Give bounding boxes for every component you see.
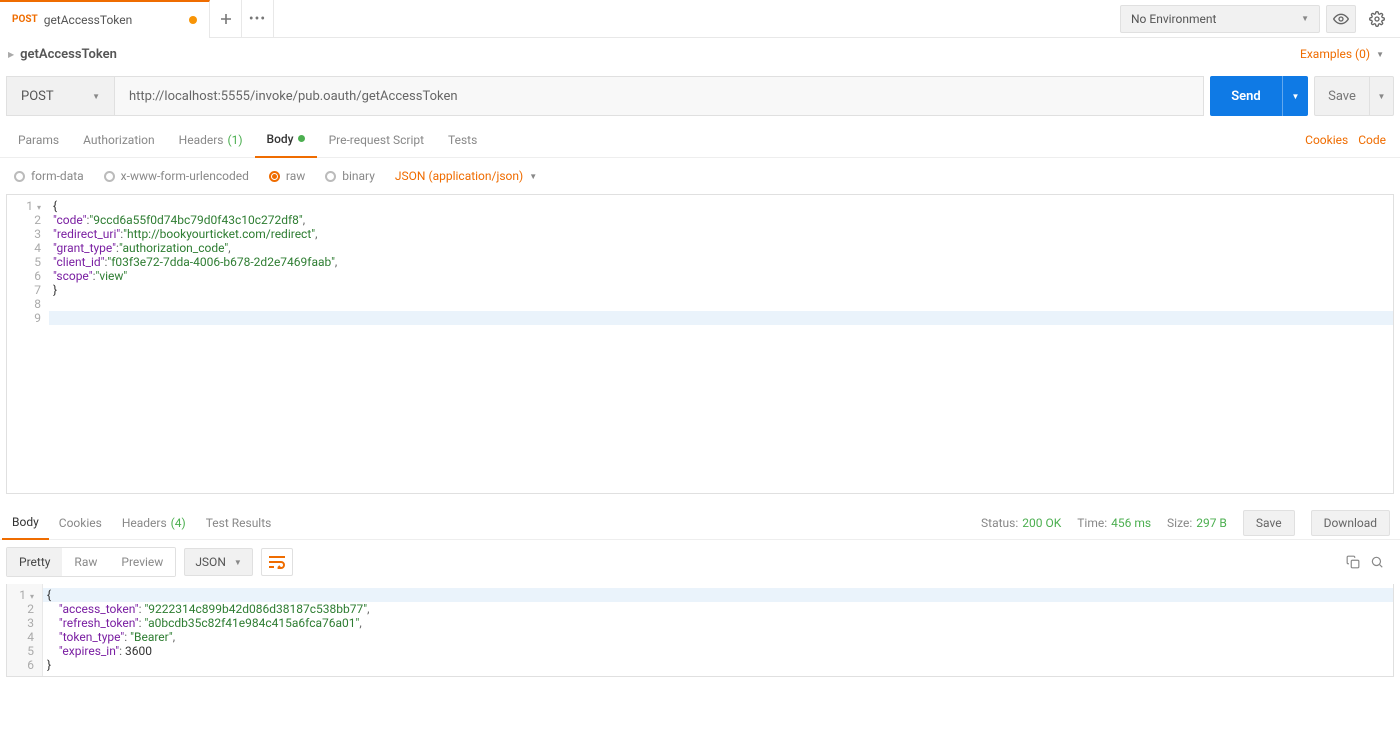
wrap-icon [268, 555, 286, 569]
request-section-tabs: Params Authorization Headers(1) Body Pre… [0, 122, 1400, 158]
examples-dropdown[interactable]: Examples (0) ▼ [1300, 47, 1392, 61]
response-lang-select[interactable]: JSON ▼ [184, 548, 252, 576]
save-button[interactable]: Save [1314, 76, 1370, 116]
top-bar: POST getAccessToken ••• No Environment ▼ [0, 0, 1400, 38]
content-type-select[interactable]: JSON (application/json) ▼ [395, 169, 537, 183]
send-label: Send [1231, 89, 1261, 104]
env-controls: No Environment ▼ [1120, 5, 1400, 33]
response-tabs: Body Cookies Headers(4) Test Results Sta… [0, 506, 1400, 540]
tab-overflow-button[interactable]: ••• [242, 0, 274, 38]
radio-urlencoded[interactable]: x-www-form-urlencoded [104, 169, 249, 183]
tab-dirty-dot-icon [189, 16, 197, 24]
caret-down-icon: ▼ [529, 172, 537, 181]
url-input[interactable] [114, 76, 1204, 116]
caret-down-icon: ▼ [1301, 14, 1309, 23]
caret-down-icon: ▼ [1376, 50, 1384, 59]
save-label: Save [1328, 89, 1356, 104]
response-body-editor[interactable]: 1 ▾23456 { "access_token": "9222314c899b… [6, 584, 1394, 677]
tab-headers[interactable]: Headers(1) [167, 122, 255, 158]
cookies-link[interactable]: Cookies [1305, 133, 1348, 147]
editor-gutter: 1 ▾23456 [7, 584, 43, 676]
request-name: getAccessToken [20, 47, 117, 62]
plus-icon [220, 13, 232, 25]
body-dirty-dot-icon [298, 135, 305, 142]
resp-tab-cookies[interactable]: Cookies [49, 506, 112, 540]
caret-down-icon: ▼ [1378, 92, 1386, 101]
tab-params[interactable]: Params [6, 122, 71, 158]
http-method-select[interactable]: POST ▼ [6, 76, 114, 116]
environment-label: No Environment [1131, 12, 1216, 26]
editor-lines[interactable]: { "access_token": "9222314c899b42d086d38… [43, 584, 1393, 676]
caret-down-icon: ▼ [92, 92, 100, 101]
settings-button[interactable] [1362, 5, 1392, 33]
breadcrumb-row: ▶ getAccessToken Examples (0) ▼ [0, 38, 1400, 70]
editor-gutter: 1 ▾23456789 [7, 195, 49, 329]
http-method-label: POST [21, 89, 54, 104]
tab-authorization[interactable]: Authorization [71, 122, 167, 158]
gear-icon [1369, 11, 1385, 27]
save-dropdown-button[interactable]: ▼ [1370, 76, 1394, 116]
response-status-bar: Status:200 OK Time:456 ms Size:297 B Sav… [981, 510, 1398, 536]
wrap-lines-button[interactable] [261, 548, 293, 576]
response-viewmode-row: Pretty Raw Preview JSON ▼ [0, 540, 1400, 584]
radio-raw[interactable]: raw [269, 169, 305, 183]
radio-binary[interactable]: binary [325, 169, 375, 183]
request-body-editor[interactable]: 1 ▾23456789 {"code":"9ccd6a55f0d74bc79d0… [6, 194, 1394, 494]
examples-label: Examples (0) [1300, 47, 1370, 61]
radio-form-data[interactable]: form-data [14, 169, 84, 183]
environment-select[interactable]: No Environment ▼ [1120, 5, 1320, 33]
env-quicklook-button[interactable] [1326, 5, 1356, 33]
tab-prerequest[interactable]: Pre-request Script [317, 122, 436, 158]
save-response-button[interactable]: Save [1243, 510, 1295, 536]
viewmode-preview[interactable]: Preview [109, 548, 175, 576]
tab-get-access-token[interactable]: POST getAccessToken [0, 0, 210, 38]
send-button[interactable]: Send [1210, 76, 1282, 116]
viewmode-group: Pretty Raw Preview [6, 547, 176, 577]
caret-down-icon: ▼ [234, 558, 242, 567]
viewmode-raw[interactable]: Raw [62, 548, 109, 576]
copy-icon [1346, 555, 1360, 569]
download-response-button[interactable]: Download [1311, 510, 1390, 536]
caret-down-icon: ▼ [1292, 92, 1300, 101]
tab-title: getAccessToken [44, 13, 133, 27]
send-dropdown-button[interactable]: ▼ [1282, 76, 1308, 116]
resp-tab-headers[interactable]: Headers(4) [112, 506, 196, 540]
tab-method-label: POST [12, 14, 38, 25]
resp-tab-body[interactable]: Body [2, 506, 49, 540]
copy-response-button[interactable] [1346, 555, 1360, 569]
search-icon [1370, 555, 1384, 569]
editor-lines[interactable]: {"code":"9ccd6a55f0d74bc79d0f43c10c272df… [49, 195, 1393, 329]
request-row: POST ▼ Send ▼ Save ▼ [0, 70, 1400, 122]
add-tab-button[interactable] [210, 0, 242, 38]
response-panel: Body Cookies Headers(4) Test Results Sta… [0, 506, 1400, 677]
tab-body[interactable]: Body [255, 122, 317, 158]
resp-tab-tests[interactable]: Test Results [196, 506, 282, 540]
tab-tests[interactable]: Tests [436, 122, 489, 158]
collapse-triangle-icon[interactable]: ▶ [8, 50, 14, 59]
request-tabs: POST getAccessToken ••• [0, 0, 1120, 38]
body-type-row: form-data x-www-form-urlencoded raw bina… [0, 158, 1400, 194]
search-response-button[interactable] [1370, 555, 1384, 569]
code-link[interactable]: Code [1358, 133, 1386, 147]
eye-icon [1333, 11, 1349, 27]
viewmode-pretty[interactable]: Pretty [7, 548, 62, 576]
